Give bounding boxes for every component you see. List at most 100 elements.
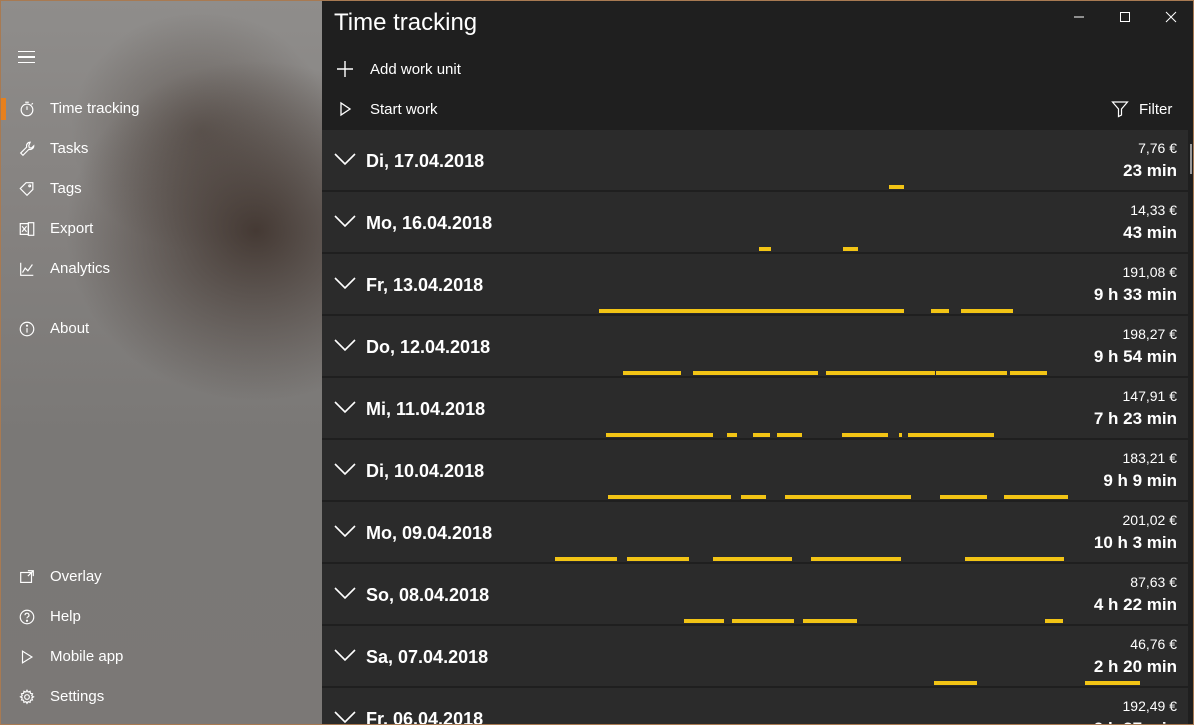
day-duration: 23 min bbox=[1123, 161, 1177, 180]
day-row[interactable]: Di, 10.04.2018 183,21 € 9 h 9 min bbox=[322, 440, 1188, 500]
chevron-down-icon[interactable] bbox=[334, 400, 356, 414]
chevron-down-icon[interactable] bbox=[334, 276, 356, 290]
chevron-down-icon[interactable] bbox=[334, 214, 356, 228]
gear-icon bbox=[17, 687, 37, 707]
day-list[interactable]: Di, 17.04.2018 7,76 € 23 min Mo, 16.04.2018… bbox=[322, 130, 1193, 725]
day-date: Sa, 07.04.2018 bbox=[366, 647, 489, 667]
sidebar-item-label: Tags bbox=[50, 180, 82, 197]
day-duration: 43 min bbox=[1123, 223, 1177, 242]
day-duration: 9 h 33 min bbox=[1093, 285, 1177, 304]
day-duration: 7 h 23 min bbox=[1093, 409, 1177, 428]
sidebar-item-about[interactable]: About bbox=[1, 309, 322, 349]
day-amount: 87,63 € bbox=[1130, 574, 1177, 590]
overlay-icon bbox=[17, 567, 37, 587]
work-unit-bar bbox=[693, 371, 818, 375]
work-unit-bar bbox=[623, 371, 681, 375]
day-date: Di, 10.04.2018 bbox=[366, 461, 485, 481]
sidebar-item-mobile-app[interactable]: Mobile app bbox=[1, 637, 322, 677]
day-row[interactable]: Do, 12.04.2018 198,27 € 9 h 54 min bbox=[322, 316, 1188, 376]
work-unit-bar bbox=[777, 433, 802, 437]
work-unit-bar bbox=[931, 309, 949, 313]
work-unit-bar bbox=[940, 495, 987, 499]
start-work-label: Start work bbox=[370, 101, 438, 118]
day-row[interactable]: Sa, 07.04.2018 46,76 € 2 h 20 min bbox=[322, 626, 1188, 686]
sidebar-item-label: Help bbox=[50, 608, 81, 625]
day-amount: 7,76 € bbox=[1138, 140, 1177, 156]
sidebar-item-export[interactable]: Export bbox=[1, 209, 322, 249]
filter-button[interactable]: Filter bbox=[1095, 89, 1193, 129]
day-date: Di, 17.04.2018 bbox=[366, 151, 485, 171]
chevron-down-icon[interactable] bbox=[334, 152, 356, 166]
help-icon bbox=[17, 607, 37, 627]
work-unit-bar bbox=[965, 557, 1064, 561]
work-unit-bar bbox=[842, 433, 888, 437]
work-unit-bar bbox=[785, 495, 911, 499]
sidebar-item-label: Time tracking bbox=[50, 100, 140, 117]
sidebar-item-label: About bbox=[50, 320, 90, 337]
close-icon bbox=[1165, 11, 1177, 23]
maximize-icon bbox=[1120, 12, 1130, 22]
day-row[interactable]: Mo, 09.04.2018 201,02 € 10 h 3 min bbox=[322, 502, 1188, 562]
work-unit-bar bbox=[599, 309, 904, 313]
work-unit-bar bbox=[936, 371, 1007, 375]
day-duration: 2 h 20 min bbox=[1093, 657, 1177, 676]
day-amount: 201,02 € bbox=[1122, 512, 1178, 528]
work-unit-bar bbox=[727, 433, 737, 437]
day-amount: 191,08 € bbox=[1122, 264, 1178, 280]
app-window: Time tracking Tasks Tags Export Analytic… bbox=[0, 0, 1194, 725]
day-date: Do, 12.04.2018 bbox=[366, 337, 491, 357]
day-date: Fr, 13.04.2018 bbox=[366, 275, 484, 295]
work-unit-bar bbox=[961, 309, 1013, 313]
work-unit-bar bbox=[934, 681, 977, 685]
chevron-down-icon[interactable] bbox=[334, 338, 356, 352]
excel-icon bbox=[17, 219, 37, 239]
work-unit-bar bbox=[608, 495, 731, 499]
day-row[interactable]: Fr, 06.04.2018 192,49 € 9 h 37 min bbox=[322, 688, 1188, 725]
work-unit-bar bbox=[889, 185, 904, 189]
work-unit-bar bbox=[732, 619, 794, 623]
start-work-button[interactable]: Start work bbox=[322, 89, 522, 129]
sidebar-item-label: Tasks bbox=[50, 140, 89, 157]
chevron-down-icon[interactable] bbox=[334, 710, 356, 724]
close-button[interactable] bbox=[1148, 1, 1193, 33]
scrollbar[interactable] bbox=[1190, 144, 1192, 174]
sidebar-item-label: Export bbox=[50, 220, 94, 237]
hamburger-icon[interactable] bbox=[9, 41, 43, 73]
info-icon bbox=[17, 319, 37, 339]
work-unit-bar bbox=[803, 619, 857, 623]
work-unit-bar bbox=[684, 619, 724, 623]
page-title: Time tracking bbox=[334, 9, 478, 36]
tag-icon bbox=[17, 179, 37, 199]
work-unit-bar bbox=[1085, 681, 1140, 685]
day-row[interactable]: Di, 17.04.2018 7,76 € 23 min bbox=[322, 130, 1188, 190]
work-unit-bar bbox=[826, 371, 935, 375]
work-unit-bar bbox=[627, 557, 689, 561]
chevron-down-icon[interactable] bbox=[334, 462, 356, 476]
chevron-down-icon[interactable] bbox=[334, 524, 356, 538]
day-date: Mo, 16.04.2018 bbox=[366, 213, 493, 233]
maximize-button[interactable] bbox=[1102, 1, 1148, 33]
day-row[interactable]: Fr, 13.04.2018 191,08 € 9 h 33 min bbox=[322, 254, 1188, 314]
add-work-unit-button[interactable]: Add work unit bbox=[322, 49, 522, 89]
sidebar-item-tasks[interactable]: Tasks bbox=[1, 129, 322, 169]
sidebar-item-label: Analytics bbox=[50, 260, 111, 277]
day-row[interactable]: So, 08.04.2018 87,63 € 4 h 22 min bbox=[322, 564, 1188, 624]
chevron-down-icon[interactable] bbox=[334, 586, 356, 600]
day-amount: 198,27 € bbox=[1122, 326, 1178, 342]
sidebar-item-help[interactable]: Help bbox=[1, 597, 322, 637]
work-unit-bar bbox=[1004, 495, 1068, 499]
sidebar-item-time-tracking[interactable]: Time tracking bbox=[1, 89, 322, 129]
day-duration: 4 h 22 min bbox=[1093, 595, 1177, 614]
minimize-button[interactable] bbox=[1056, 1, 1102, 33]
plus-icon bbox=[337, 61, 353, 77]
chevron-down-icon[interactable] bbox=[334, 648, 356, 662]
day-row[interactable]: Mo, 16.04.2018 14,33 € 43 min bbox=[322, 192, 1188, 252]
stopwatch-icon bbox=[17, 99, 37, 119]
day-row[interactable]: Mi, 11.04.2018 147,91 € 7 h 23 min bbox=[322, 378, 1188, 438]
sidebar-item-analytics[interactable]: Analytics bbox=[1, 249, 322, 289]
work-unit-bar bbox=[753, 433, 770, 437]
sidebar-item-settings[interactable]: Settings bbox=[1, 677, 322, 717]
sidebar-item-tags[interactable]: Tags bbox=[1, 169, 322, 209]
sidebar-item-overlay[interactable]: Overlay bbox=[1, 557, 322, 597]
day-date: Fr, 06.04.2018 bbox=[366, 709, 484, 725]
